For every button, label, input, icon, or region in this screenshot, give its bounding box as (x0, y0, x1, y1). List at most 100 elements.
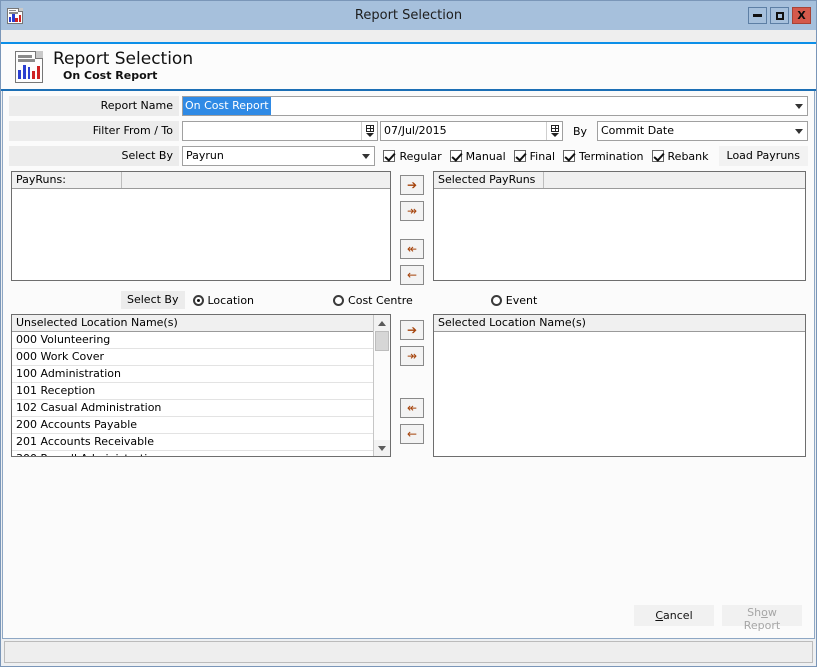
checkbox-final[interactable]: Final (513, 149, 556, 163)
scroll-up-button[interactable] (374, 315, 390, 331)
checkbox-rebank-box[interactable] (651, 150, 664, 162)
select-by-label: Select By (9, 146, 179, 166)
checkbox-regular-label: Regular (399, 149, 442, 163)
load-payruns-button[interactable]: Load Payruns (718, 146, 808, 166)
cancel-button[interactable]: Cancel (634, 605, 714, 626)
list-item[interactable]: 000 Work Cover (12, 349, 373, 366)
checkbox-final-box[interactable] (513, 150, 526, 162)
radio-cost-centre-box[interactable] (333, 294, 345, 306)
selected-locations-header-label: Selected Location Name(s) (438, 316, 586, 329)
title-bar: Report Selection X (1, 1, 816, 30)
checkbox-termination[interactable]: Termination (563, 150, 644, 163)
move-all-right-button[interactable]: ↠ (400, 346, 424, 366)
payruns-list-header: PayRuns: (12, 172, 390, 189)
dialog-buttons: Cancel Show Report (634, 605, 802, 632)
selected-payruns-body[interactable] (434, 189, 805, 280)
filter-to-field[interactable]: 07/Jul/2015 (380, 121, 563, 141)
selected-payruns-list[interactable]: Selected PayRuns (433, 171, 806, 281)
calendar-spinner-icon[interactable] (361, 122, 377, 140)
select-by-combo[interactable]: Payrun (182, 146, 376, 166)
maximize-button[interactable] (770, 7, 789, 24)
checkbox-manual-label: Manual (465, 149, 506, 163)
filter-from-field[interactable] (182, 121, 378, 141)
checkbox-rebank[interactable]: Rebank (651, 150, 709, 163)
minimize-button[interactable] (748, 7, 767, 24)
list-item[interactable]: 100 Administration (12, 366, 373, 383)
unselected-locations-list[interactable]: Unselected Location Name(s) 000 Voluntee… (11, 314, 391, 457)
checkbox-termination-label: Termination (579, 149, 644, 163)
report-name-row: Report Name On Cost Report (9, 95, 808, 117)
list-item[interactable]: 000 Volunteering (12, 332, 373, 349)
checkbox-manual-box[interactable] (449, 150, 462, 162)
filter-range-label: Filter From / To (9, 121, 179, 141)
move-all-right-button[interactable]: ↠ (400, 201, 424, 221)
selected-payruns-header-col1: Selected PayRuns (434, 172, 544, 188)
unselected-locations-header: Unselected Location Name(s) (12, 315, 373, 332)
main-content: Report Name On Cost Report Filter From /… (2, 91, 815, 639)
radio-cost-centre-label: Cost Centre (348, 293, 413, 307)
checkbox-regular-box[interactable] (383, 150, 396, 162)
payruns-list[interactable]: PayRuns: (11, 171, 391, 281)
radio-cost-centre[interactable]: Cost Centre (333, 294, 413, 307)
scroll-down-button[interactable] (374, 440, 390, 456)
radio-event[interactable]: Event (490, 293, 538, 307)
maximize-icon (775, 11, 784, 20)
radio-location-box[interactable] (192, 294, 204, 306)
payruns-list-body[interactable] (12, 189, 390, 280)
list-item[interactable]: 102 Casual Administration (12, 400, 373, 417)
report-selection-window: Report Selection X Report Selection On C… (0, 0, 817, 667)
filter-form: Report Name On Cost Report Filter From /… (3, 91, 814, 167)
move-left-button[interactable]: ← (400, 424, 424, 444)
show-report-button[interactable]: Show Report (722, 605, 802, 632)
selected-locations-header: Selected Location Name(s) (434, 315, 805, 332)
locations-transfer-buttons: ➔ ↠ ↞ ← (391, 314, 433, 457)
page-title: Report Selection (53, 49, 194, 69)
radio-location-label: Location (207, 293, 255, 307)
payruns-header-col2 (122, 172, 390, 188)
selected-locations-body[interactable] (434, 332, 805, 456)
toolbar-strip (1, 30, 816, 44)
checkbox-manual[interactable]: Manual (449, 149, 506, 163)
checkbox-final-label: Final (529, 149, 556, 163)
locations-scrollbar[interactable] (373, 315, 390, 456)
move-all-left-button[interactable]: ↞ (400, 239, 424, 259)
list-item[interactable]: 200 Accounts Payable (12, 417, 373, 434)
scrollbar-thumb[interactable] (375, 331, 389, 351)
close-button[interactable]: X (792, 7, 811, 24)
move-left-button[interactable]: ← (400, 265, 424, 285)
chevron-down-icon[interactable] (790, 97, 807, 115)
status-bar (4, 641, 813, 663)
filter-by-combo[interactable]: Commit Date (597, 121, 808, 141)
unselected-locations-header-label: Unselected Location Name(s) (16, 316, 178, 329)
selected-payruns-header-col2 (544, 172, 805, 188)
chevron-down-icon[interactable] (357, 147, 374, 165)
checkbox-termination-box[interactable] (563, 150, 576, 162)
location-select-by-row: Select By Location Cost Centre Event (3, 291, 814, 309)
checkbox-regular[interactable]: Regular (383, 149, 442, 163)
window-title: Report Selection (354, 8, 463, 23)
report-chart-icon (15, 50, 43, 83)
select-by-value: Payrun (186, 149, 224, 162)
payruns-section: PayRuns: ➔ ↠ ↞ ← Selected PayRuns (3, 171, 814, 285)
chevron-down-icon[interactable] (790, 122, 807, 140)
unselected-locations-body[interactable]: 000 Volunteering 000 Work Cover 100 Admini… (12, 332, 373, 456)
location-select-by-label: Select By (121, 291, 185, 309)
move-all-left-button[interactable]: ↞ (400, 398, 424, 418)
radio-location[interactable]: Location (192, 293, 255, 307)
list-item[interactable]: 101 Reception (12, 383, 373, 400)
chevron-down-icon (378, 445, 386, 451)
report-name-combo[interactable]: On Cost Report (182, 96, 808, 116)
selected-payruns-header: Selected PayRuns (434, 172, 805, 189)
move-right-button[interactable]: ➔ (400, 320, 424, 340)
radio-event-label: Event (505, 293, 538, 307)
payruns-transfer-buttons: ➔ ↠ ↞ ← (391, 171, 433, 285)
scrollbar-track[interactable] (374, 331, 390, 440)
calendar-spinner-icon[interactable] (546, 122, 562, 140)
radio-event-box[interactable] (490, 294, 502, 306)
list-item[interactable]: 201 Accounts Receivable (12, 434, 373, 451)
report-name-value: On Cost Report (183, 97, 271, 115)
filter-by-label: By (572, 124, 588, 138)
move-right-button[interactable]: ➔ (400, 175, 424, 195)
selected-locations-list[interactable]: Selected Location Name(s) (433, 314, 806, 457)
list-item[interactable]: 300 Payroll Administration (12, 451, 373, 456)
